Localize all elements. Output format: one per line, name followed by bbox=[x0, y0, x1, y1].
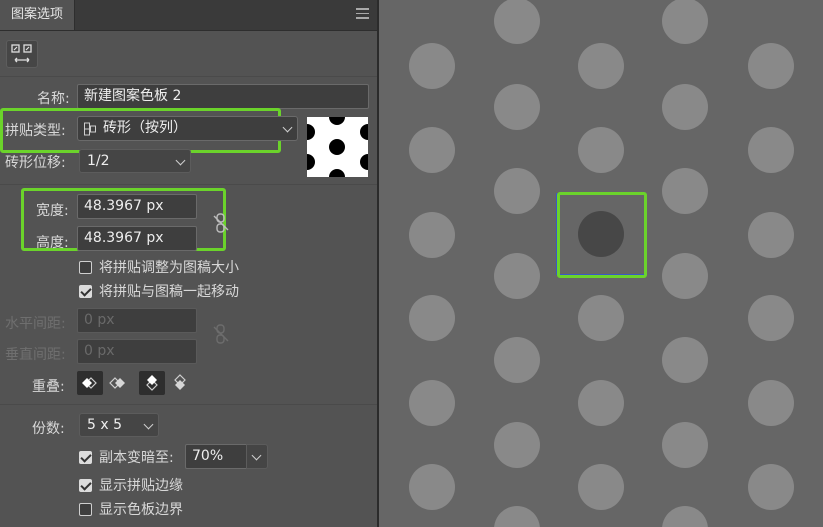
show-swatch-bounds-checkbox[interactable] bbox=[79, 503, 92, 516]
pattern-copy bbox=[662, 0, 708, 44]
h-spacing-field: 0 px bbox=[77, 308, 197, 333]
width-field[interactable]: 48.3967 px bbox=[77, 194, 197, 219]
pattern-copy bbox=[662, 506, 708, 527]
pattern-canvas[interactable] bbox=[379, 0, 823, 527]
pattern-copy bbox=[748, 43, 794, 89]
pattern-copy bbox=[494, 0, 540, 44]
pattern-copy bbox=[748, 464, 794, 510]
separator bbox=[0, 76, 377, 77]
overlap-label: 重叠: bbox=[32, 379, 65, 395]
copies-value: 5 x 5 bbox=[87, 417, 122, 433]
chevron-down-icon bbox=[175, 155, 186, 166]
copies-label: 份数: bbox=[32, 421, 65, 437]
pattern-copy bbox=[409, 127, 455, 173]
pattern-copy bbox=[662, 337, 708, 383]
pattern-copy bbox=[578, 43, 624, 89]
size-tile-to-art-checkbox[interactable] bbox=[79, 261, 92, 274]
width-label: 宽度: bbox=[36, 203, 69, 219]
pattern-copy bbox=[494, 253, 540, 299]
pattern-copy bbox=[748, 127, 794, 173]
show-tile-edge-checkbox[interactable] bbox=[79, 479, 92, 492]
pattern-copy bbox=[662, 253, 708, 299]
pattern-tile-tool-icon bbox=[11, 44, 32, 63]
pattern-copy bbox=[662, 168, 708, 214]
pattern-copy bbox=[662, 84, 708, 130]
move-tile-with-art-label: 将拼贴与图稿一起移动 bbox=[99, 284, 239, 300]
tile-type-value: 砖形（按列） bbox=[103, 120, 187, 136]
pattern-copy bbox=[748, 380, 794, 426]
height-field[interactable]: 48.3967 px bbox=[77, 226, 197, 251]
pattern-options-panel: 图案选项 名称: 新建图案色板 2 拼贴类型: 砖形（按列） 砖形位移: 1/2… bbox=[0, 0, 377, 527]
brick-by-column-icon bbox=[84, 122, 96, 136]
height-label: 高度: bbox=[36, 235, 69, 251]
unlinked-chain-icon bbox=[213, 324, 229, 344]
panel-tab-bar: 图案选项 bbox=[0, 0, 377, 31]
pattern-copy bbox=[494, 168, 540, 214]
pattern-copy bbox=[409, 212, 455, 258]
tile-preview-pattern bbox=[307, 117, 368, 177]
pattern-tile-tool-button[interactable] bbox=[6, 40, 38, 68]
overlap-left-in-front-button[interactable] bbox=[77, 371, 103, 395]
chevron-down-icon bbox=[282, 122, 293, 133]
move-tile-with-art-checkbox[interactable] bbox=[79, 285, 92, 298]
pattern-copy bbox=[494, 422, 540, 468]
v-spacing-field: 0 px bbox=[77, 339, 197, 364]
pattern-copy bbox=[578, 380, 624, 426]
overlap-bottom-in-front-button[interactable] bbox=[167, 371, 193, 395]
h-spacing-label: 水平间距: bbox=[5, 316, 66, 332]
dim-copies-label: 副本变暗至: bbox=[99, 450, 174, 466]
unlinked-chain-icon[interactable] bbox=[211, 212, 231, 234]
pattern-copy bbox=[662, 422, 708, 468]
tile-preview bbox=[307, 117, 368, 177]
overlap-right-in-front-button[interactable] bbox=[105, 371, 131, 395]
separator bbox=[0, 404, 377, 405]
panel-menu-icon[interactable] bbox=[356, 8, 369, 21]
overlap-top-in-front-button[interactable] bbox=[139, 371, 165, 395]
size-tile-to-art-label: 将拼贴调整为图稿大小 bbox=[99, 260, 239, 276]
dim-copies-dropdown-button[interactable] bbox=[246, 444, 268, 469]
pattern-copy bbox=[409, 295, 455, 341]
pattern-copy bbox=[578, 464, 624, 510]
chevron-down-icon bbox=[143, 419, 154, 430]
v-spacing-label: 垂直间距: bbox=[5, 347, 66, 363]
chevron-down-icon bbox=[251, 450, 262, 461]
name-field[interactable]: 新建图案色板 2 bbox=[77, 84, 369, 109]
pattern-copy bbox=[748, 212, 794, 258]
pattern-copy bbox=[494, 84, 540, 130]
brick-offset-label: 砖形位移: bbox=[5, 155, 66, 171]
tile-highlight bbox=[557, 192, 647, 278]
separator bbox=[0, 184, 377, 185]
top-in-front-icon bbox=[146, 375, 158, 391]
show-swatch-bounds-label: 显示色板边界 bbox=[99, 502, 183, 518]
right-in-front-icon bbox=[109, 377, 125, 389]
pattern-copy bbox=[494, 337, 540, 383]
bottom-in-front-icon bbox=[174, 374, 186, 390]
brick-offset-value: 1/2 bbox=[87, 153, 110, 169]
dim-copies-checkbox[interactable] bbox=[79, 451, 92, 464]
copies-select[interactable]: 5 x 5 bbox=[79, 413, 159, 437]
tab-pattern-options[interactable]: 图案选项 bbox=[0, 0, 75, 30]
tile-type-label: 拼贴类型: bbox=[5, 123, 66, 139]
pattern-copy bbox=[494, 506, 540, 527]
pattern-copy bbox=[409, 464, 455, 510]
pattern-copy bbox=[578, 295, 624, 341]
pattern-copy bbox=[578, 127, 624, 173]
tile-type-select[interactable]: 砖形（按列） bbox=[77, 116, 298, 141]
left-in-front-icon bbox=[82, 377, 97, 389]
show-tile-edge-label: 显示拼贴边缘 bbox=[99, 478, 183, 494]
brick-offset-select[interactable]: 1/2 bbox=[79, 149, 191, 173]
pattern-copy bbox=[409, 380, 455, 426]
name-label: 名称: bbox=[37, 91, 70, 107]
pattern-copy bbox=[409, 43, 455, 89]
dim-copies-field[interactable]: 70% bbox=[185, 444, 247, 469]
pattern-copy bbox=[748, 295, 794, 341]
